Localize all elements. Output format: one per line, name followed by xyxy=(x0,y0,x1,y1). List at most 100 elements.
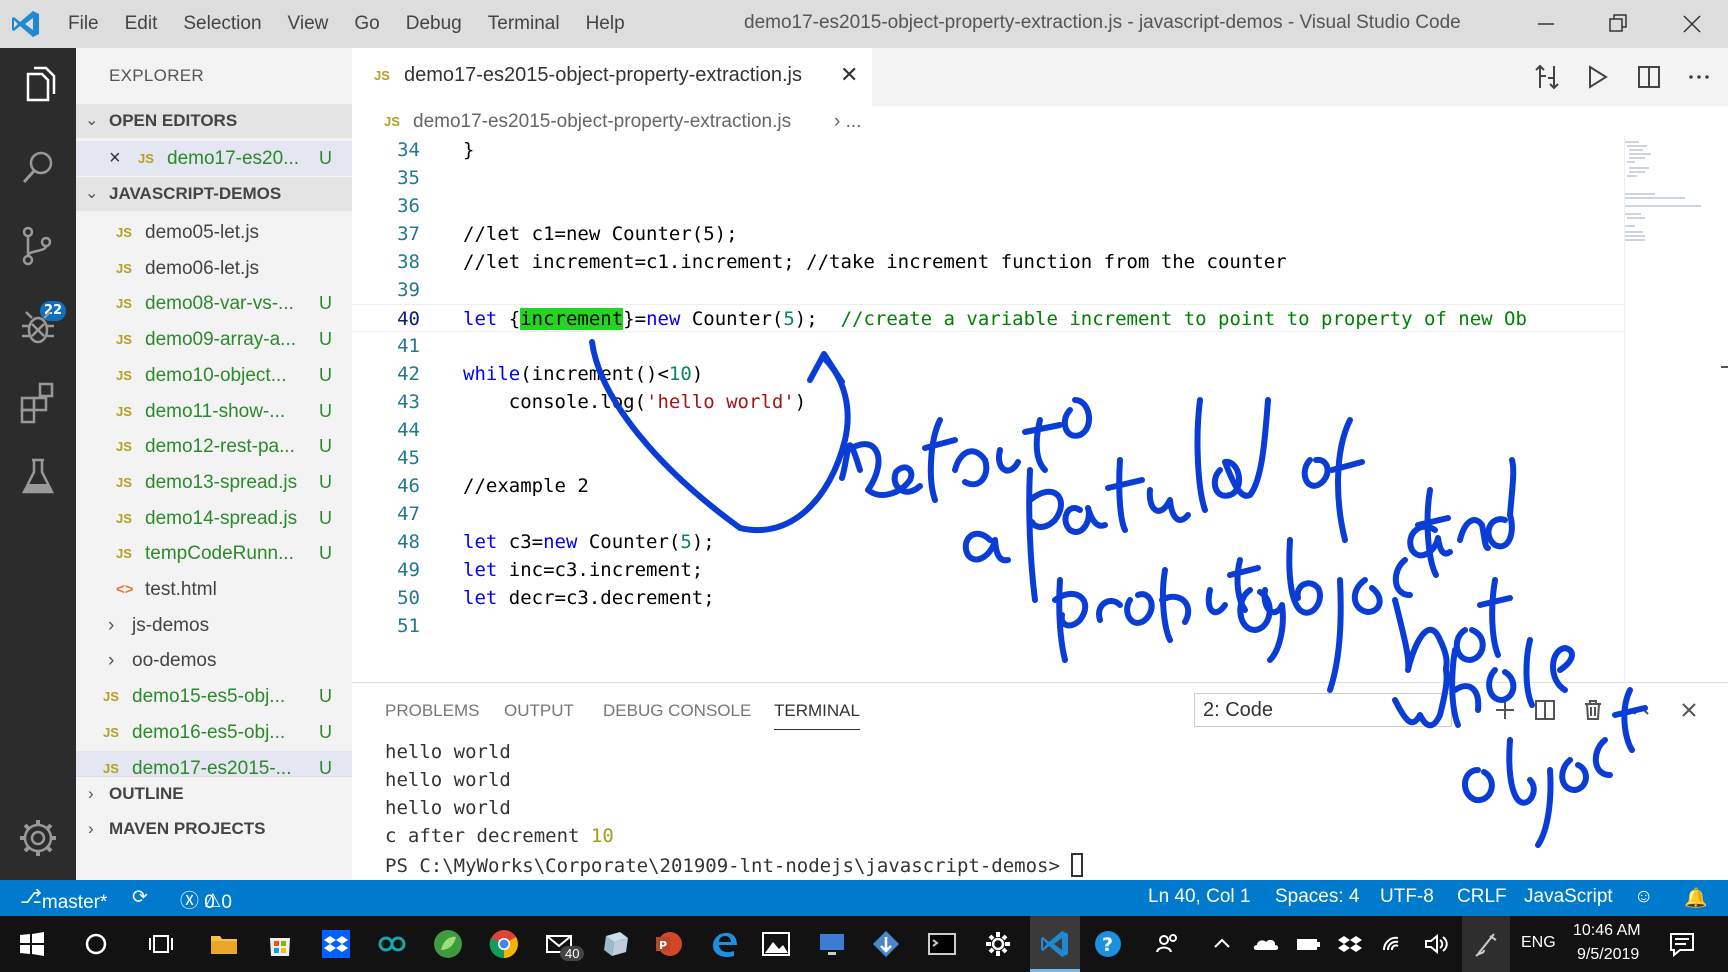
cursor-position[interactable]: Ln 40, Col 1 xyxy=(1148,886,1250,908)
open-editors-header[interactable]: ⌄ OPEN EDITORS xyxy=(76,104,352,138)
maven-header[interactable]: › MAVEN PROJECTS xyxy=(76,812,352,846)
terminal-prompt[interactable]: PS C:\MyWorks\Corporate\201909-lnt-nodej… xyxy=(385,853,1084,877)
language-mode[interactable]: JavaScript xyxy=(1524,886,1613,908)
source-control-icon[interactable] xyxy=(14,222,62,270)
restore-icon[interactable] xyxy=(1604,10,1632,38)
split-terminal-icon[interactable] xyxy=(1532,697,1558,723)
file-item[interactable]: JS demo11-show-... U xyxy=(76,394,352,429)
menu-selection[interactable]: Selection xyxy=(183,13,261,35)
code-editor[interactable]: 34} 35 36 37 //let c1=new Counter(5); 38 /… xyxy=(352,136,1624,682)
menu-view[interactable]: View xyxy=(288,13,329,35)
folder-item[interactable]: › oo-demos xyxy=(76,643,352,678)
chrome-icon[interactable] xyxy=(488,928,520,960)
close-panel-icon[interactable] xyxy=(1676,697,1702,723)
minimap[interactable] xyxy=(1624,136,1728,682)
clock-date[interactable]: 9/5/2019 xyxy=(1577,946,1639,964)
file-item[interactable]: JS demo15-es5-obj... U xyxy=(76,679,352,714)
explorer-icon[interactable] xyxy=(14,62,62,110)
menu-edit[interactable]: Edit xyxy=(125,13,158,35)
minimize-icon[interactable] xyxy=(1532,10,1560,38)
sync-icon[interactable]: ⟳ xyxy=(132,886,148,909)
battery-icon[interactable] xyxy=(1292,928,1324,960)
file-item[interactable]: JS demo10-object... U xyxy=(76,358,352,393)
photos-icon[interactable] xyxy=(760,928,792,960)
file-item[interactable]: JS tempCodeRunn... U xyxy=(76,536,352,571)
search-icon[interactable] xyxy=(14,144,62,192)
branch-status[interactable]: ⎇ master* xyxy=(20,886,107,913)
chevron-up-icon[interactable] xyxy=(1206,928,1238,960)
file-item[interactable]: JS demo06-let.js xyxy=(76,251,352,286)
powerpoint-icon[interactable]: P xyxy=(652,928,684,960)
close-editor-icon[interactable]: × xyxy=(109,141,121,176)
wifi-icon[interactable] xyxy=(1378,928,1410,960)
trash-icon[interactable] xyxy=(1580,697,1606,723)
onedrive-icon[interactable] xyxy=(1250,928,1282,960)
notification-bell-icon[interactable]: 🔔 xyxy=(1684,886,1708,910)
arduino-icon[interactable] xyxy=(376,928,408,960)
windows-start-icon[interactable] xyxy=(16,928,48,960)
file-item[interactable]: JS demo08-var-vs-... U xyxy=(76,286,352,321)
more-actions-icon[interactable] xyxy=(1684,62,1714,92)
feedback-smiley-icon[interactable]: ☺ xyxy=(1634,886,1653,908)
folder-item[interactable]: › js-demos xyxy=(76,608,352,643)
store-icon[interactable] xyxy=(264,928,296,960)
menu-help[interactable]: Help xyxy=(586,13,625,35)
remote-desktop-icon[interactable] xyxy=(816,928,848,960)
file-item[interactable]: JS demo12-rest-pa... U xyxy=(76,429,352,464)
people-icon[interactable] xyxy=(1152,928,1184,960)
extensions-icon[interactable] xyxy=(14,378,62,426)
close-icon[interactable] xyxy=(1678,10,1706,38)
menu-file[interactable]: File xyxy=(68,13,99,35)
editor-tab[interactable]: JS demo17-es2015-object-property-extract… xyxy=(352,48,872,106)
debug-icon[interactable] xyxy=(14,304,62,352)
input-language[interactable]: ENG xyxy=(1521,934,1556,952)
run-icon[interactable] xyxy=(1582,62,1612,92)
project-header[interactable]: ⌄ JAVASCRIPT-DEMOS xyxy=(76,177,352,211)
file-item[interactable]: JS demo13-spread.js U xyxy=(76,465,352,500)
dropbox-icon[interactable] xyxy=(320,928,352,960)
pen-tray-item[interactable] xyxy=(1462,916,1510,972)
edge-icon[interactable] xyxy=(708,928,740,960)
cube-app-icon[interactable] xyxy=(600,928,632,960)
tab-output[interactable]: OUTPUT xyxy=(504,701,574,721)
command-prompt-icon[interactable] xyxy=(926,928,958,960)
leaf-app-icon[interactable] xyxy=(432,928,464,960)
volume-icon[interactable] xyxy=(1420,928,1452,960)
dropbox-tray-icon[interactable] xyxy=(1334,928,1366,960)
compare-changes-icon[interactable] xyxy=(1532,62,1562,92)
split-editor-icon[interactable] xyxy=(1634,62,1664,92)
menu-go[interactable]: Go xyxy=(354,13,379,35)
problems-status[interactable]: Ⓧ 0 ⚠ 0 xyxy=(180,886,232,913)
action-center-icon[interactable] xyxy=(1666,928,1698,960)
clock-time[interactable]: 10:46 AM xyxy=(1573,922,1641,940)
file-item[interactable]: JS demo16-es5-obj... U xyxy=(76,715,352,750)
task-view-icon[interactable] xyxy=(146,928,178,960)
tab-debug-console[interactable]: DEBUG CONSOLE xyxy=(603,701,751,721)
tab-terminal[interactable]: TERMINAL xyxy=(774,701,860,730)
add-terminal-icon[interactable] xyxy=(1492,697,1518,723)
open-editor-item[interactable]: × JS demo17-es20... U xyxy=(76,141,352,176)
outline-header[interactable]: › OUTLINE xyxy=(76,776,352,810)
breadcrumb-more[interactable]: › ... xyxy=(834,111,861,133)
file-item[interactable]: JS demo09-array-a... U xyxy=(76,322,352,357)
chevron-up-icon[interactable] xyxy=(1628,697,1654,723)
settings-gear-icon[interactable] xyxy=(14,814,62,862)
file-explorer-icon[interactable] xyxy=(208,928,240,960)
indentation[interactable]: Spaces: 4 xyxy=(1275,886,1360,908)
active-taskbar-item[interactable] xyxy=(1030,916,1080,972)
git-extension-icon[interactable] xyxy=(870,928,902,960)
menu-debug[interactable]: Debug xyxy=(406,13,462,35)
menu-terminal[interactable]: Terminal xyxy=(488,13,560,35)
file-item[interactable]: JS demo14-spread.js U xyxy=(76,501,352,536)
encoding[interactable]: UTF-8 xyxy=(1380,886,1434,908)
help-icon[interactable]: ? xyxy=(1092,928,1124,960)
line-ending[interactable]: CRLF xyxy=(1457,886,1507,908)
cortana-search-icon[interactable] xyxy=(80,928,112,960)
file-item[interactable]: JS demo05-let.js xyxy=(76,215,352,250)
tab-problems[interactable]: PROBLEMS xyxy=(385,701,479,721)
settings-gear-icon[interactable] xyxy=(982,928,1014,960)
breadcrumb-file[interactable]: demo17-es2015-object-property-extraction… xyxy=(413,111,791,133)
terminal-select[interactable]: 2: Code xyxy=(1194,693,1452,727)
close-tab-icon[interactable]: ✕ xyxy=(840,62,858,88)
test-flask-icon[interactable] xyxy=(14,452,62,500)
